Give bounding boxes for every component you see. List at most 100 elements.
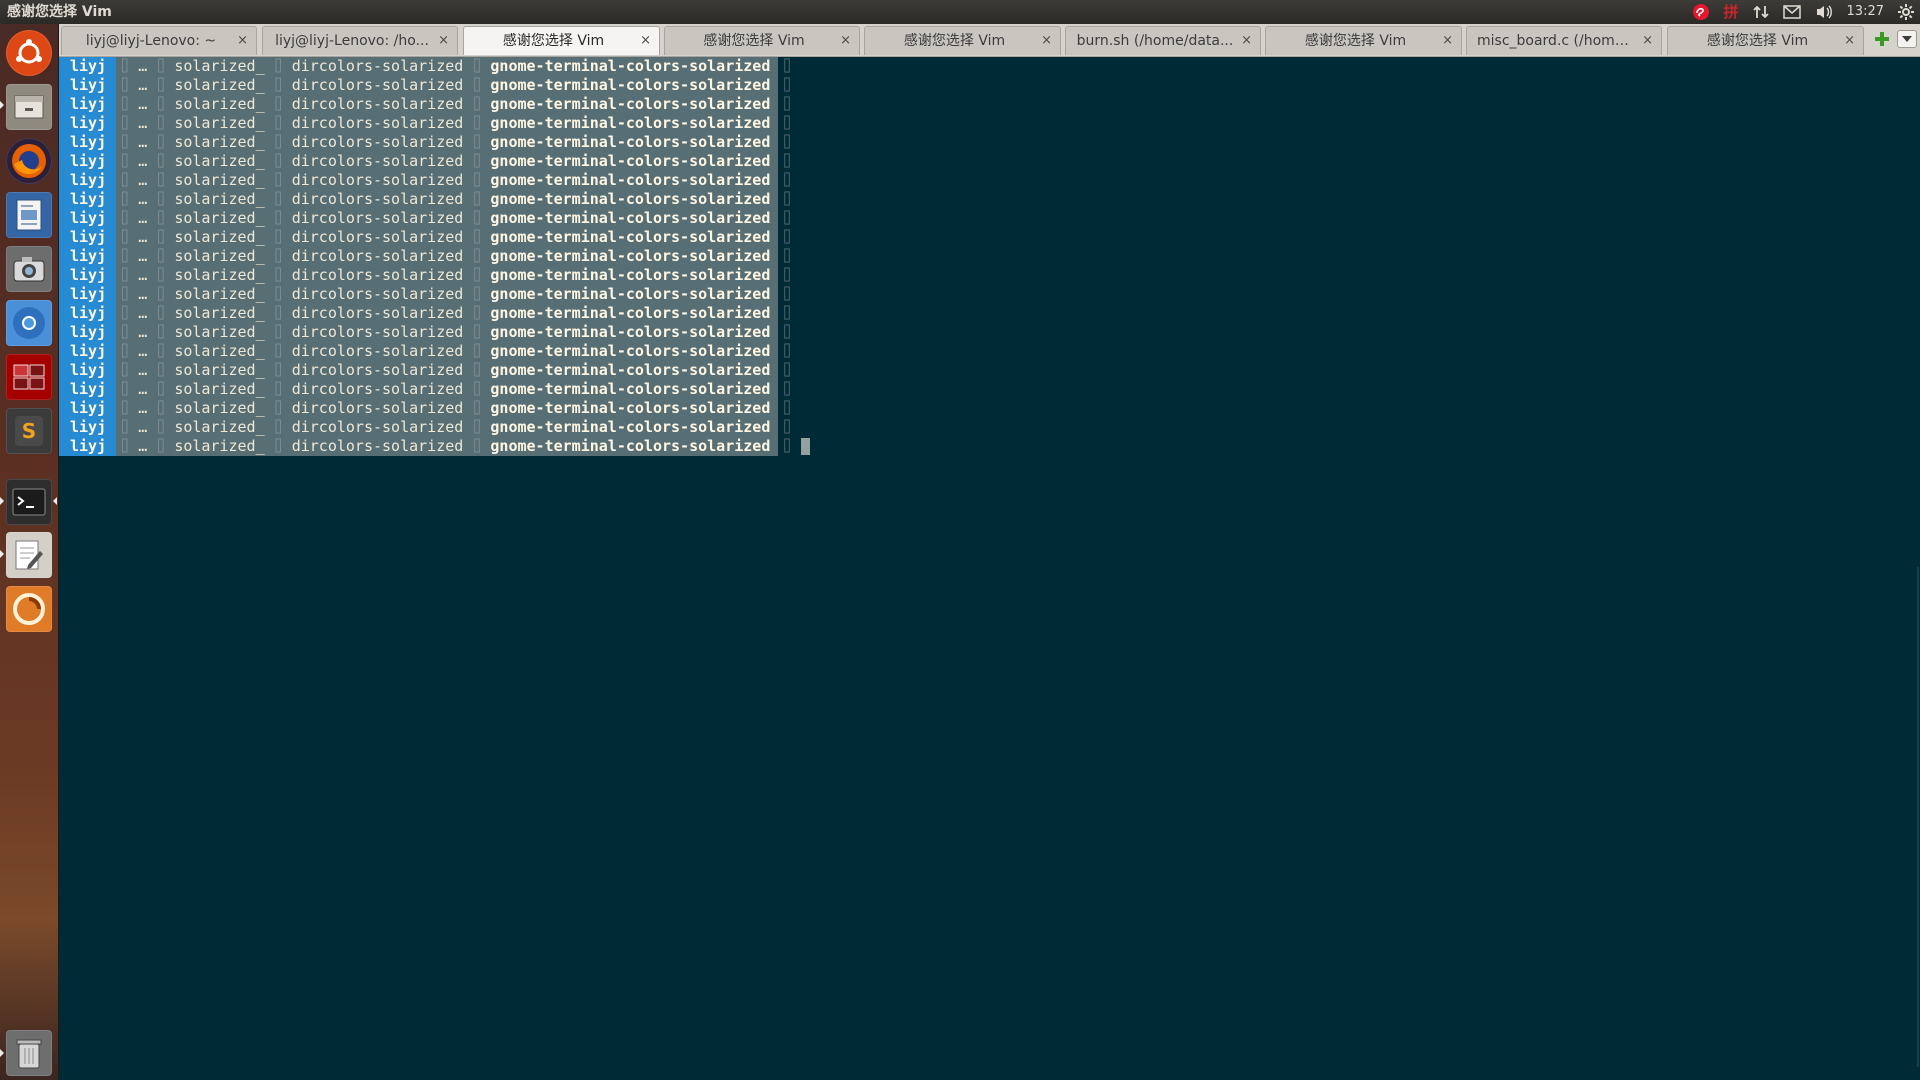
camera-icon[interactable]: [6, 246, 52, 292]
chromium-icon[interactable]: [6, 300, 52, 346]
prompt-separator: ⌷: [472, 57, 482, 75]
prompt-current-dir: gnome-terminal-colors-solarized: [490, 114, 771, 132]
tab-2[interactable]: liyj@liyj-Lenovo: /ho... ×: [262, 26, 458, 55]
clock[interactable]: 13:27: [1847, 0, 1884, 24]
tab-close-icon[interactable]: ×: [840, 27, 851, 55]
prompt-user: liyj: [59, 57, 117, 76]
prompt-current-dir: gnome-terminal-colors-solarized: [490, 95, 771, 113]
prompt-path: ⌷ … ⌷ solarized_ ⌷ dircolors-solarized ⌷…: [116, 114, 779, 133]
prompt-separator: ⌷: [273, 152, 283, 170]
weibo-icon[interactable]: [1692, 0, 1710, 24]
text-editor-icon[interactable]: [6, 532, 52, 578]
prompt-separator: ⌷: [156, 342, 166, 360]
prompt-separator: ⌷: [156, 323, 166, 341]
prompt-ellipsis: …: [138, 171, 148, 189]
tab-4[interactable]: 感谢您选择 Vim ×: [664, 26, 860, 55]
tab-6[interactable]: burn.sh (/home/data... ×: [1065, 26, 1261, 55]
prompt-separator: ⌷: [156, 266, 166, 284]
prompt-ellipsis: …: [138, 266, 148, 284]
prompt-dir: dircolors-solarized: [291, 76, 464, 94]
prompt-line: liyj ⌷ … ⌷ solarized_ ⌷ dircolors-solari…: [59, 380, 810, 399]
tab-close-icon[interactable]: ×: [1642, 27, 1653, 55]
workspace-switcher-icon[interactable]: [6, 354, 52, 400]
tab-close-icon[interactable]: ×: [237, 27, 248, 55]
prompt-dir: solarized_: [174, 437, 265, 455]
prompt-end-separator: ⌷: [782, 399, 792, 417]
prompt-path: ⌷ … ⌷ solarized_ ⌷ dircolors-solarized ⌷…: [116, 323, 779, 342]
software-center-icon[interactable]: [6, 586, 52, 632]
firefox-icon[interactable]: [6, 138, 52, 184]
tab-1[interactable]: liyj@liyj-Lenovo: ~ ×: [61, 26, 257, 55]
tab-list-dropdown[interactable]: [1897, 30, 1917, 48]
tab-7[interactable]: 感谢您选择 Vim ×: [1265, 26, 1462, 55]
terminal-view[interactable]: liyj ⌷ … ⌷ solarized_ ⌷ dircolors-solari…: [59, 57, 1920, 1080]
ubuntu-dash-icon[interactable]: [6, 30, 52, 76]
prompt-line: liyj ⌷ … ⌷ solarized_ ⌷ dircolors-solari…: [59, 190, 810, 209]
tab-9[interactable]: 感谢您选择 Vim ×: [1667, 26, 1864, 55]
tab-close-icon[interactable]: ×: [1241, 27, 1252, 55]
prompt-separator: ⌷: [156, 380, 166, 398]
tab-close-icon[interactable]: ×: [640, 27, 651, 55]
scrollbar-thumb[interactable]: [1917, 567, 1919, 1067]
prompt-current-dir: gnome-terminal-colors-solarized: [490, 361, 771, 379]
input-method-icon[interactable]: 拼: [1724, 0, 1739, 24]
files-icon[interactable]: [6, 84, 52, 130]
prompt-end-separator: ⌷: [782, 152, 792, 170]
tab-5[interactable]: 感谢您选择 Vim ×: [864, 26, 1061, 55]
tab-label: liyj@liyj-Lenovo: /ho...: [275, 33, 429, 49]
tab-bar: liyj@liyj-Lenovo: ~ × liyj@liyj-Lenovo: …: [59, 24, 1920, 57]
prompt-dir: dircolors-solarized: [291, 133, 464, 151]
prompt-dir: solarized_: [174, 76, 265, 94]
prompt-end-separator: ⌷: [782, 437, 792, 455]
tab-close-icon[interactable]: ×: [438, 27, 449, 55]
prompt-ellipsis: …: [138, 304, 148, 322]
prompt-user: liyj: [59, 114, 117, 133]
trash-icon[interactable]: [6, 1030, 52, 1076]
prompt-dir: dircolors-solarized: [291, 399, 464, 417]
prompt-dir: dircolors-solarized: [291, 57, 464, 75]
prompt-line: liyj ⌷ … ⌷ solarized_ ⌷ dircolors-solari…: [59, 171, 810, 190]
tab-close-icon[interactable]: ×: [1844, 27, 1855, 55]
prompt-user: liyj: [59, 209, 117, 228]
prompt-dir: solarized_: [174, 228, 265, 246]
tab-close-icon[interactable]: ×: [1442, 27, 1453, 55]
prompt-dir: solarized_: [174, 285, 265, 303]
mail-icon[interactable]: [1782, 0, 1801, 24]
tab-3-active[interactable]: 感谢您选择 Vim ×: [463, 26, 660, 55]
prompt-path: ⌷ … ⌷ solarized_ ⌷ dircolors-solarized ⌷…: [116, 418, 779, 437]
prompt-separator: ⌷: [472, 266, 482, 284]
prompt-path: ⌷ … ⌷ solarized_ ⌷ dircolors-solarized ⌷…: [116, 228, 779, 247]
launcher: S: [0, 24, 59, 1080]
prompt-current-dir: gnome-terminal-colors-solarized: [490, 228, 771, 246]
new-tab-button[interactable]: [1871, 28, 1893, 50]
prompt-line: liyj ⌷ … ⌷ solarized_ ⌷ dircolors-solari…: [59, 323, 810, 342]
terminal-cursor: [801, 438, 811, 455]
terminal-icon[interactable]: [6, 479, 52, 525]
prompt-separator: ⌷: [120, 228, 130, 246]
prompt-user: liyj: [59, 95, 117, 114]
tab-8[interactable]: misc_board.c (/home/... ×: [1466, 26, 1662, 55]
tab-close-icon[interactable]: ×: [1041, 27, 1052, 55]
document-viewer-icon[interactable]: [6, 192, 52, 238]
prompt-end-separator: ⌷: [782, 418, 792, 436]
volume-icon[interactable]: [1815, 0, 1833, 24]
text-editor-running-indicator: [0, 550, 4, 558]
scrollbar[interactable]: [1910, 57, 1920, 1080]
prompt-end-separator: ⌷: [782, 209, 792, 227]
tab-label: 感谢您选择 Vim: [1706, 33, 1809, 49]
prompt-dir: solarized_: [174, 380, 265, 398]
network-icon[interactable]: [1752, 0, 1769, 24]
prompt-user: liyj: [59, 266, 117, 285]
prompt-separator: ⌷: [156, 171, 166, 189]
prompt-line: liyj ⌷ … ⌷ solarized_ ⌷ dircolors-solari…: [59, 247, 810, 266]
prompt-separator: ⌷: [273, 437, 283, 455]
prompt-separator: ⌷: [120, 304, 130, 322]
tab-label: misc_board.c (/home/...: [1477, 33, 1635, 49]
prompt-line: liyj ⌷ … ⌷ solarized_ ⌷ dircolors-solari…: [59, 437, 811, 456]
prompt-current-dir: gnome-terminal-colors-solarized: [490, 209, 771, 227]
prompt-separator: ⌷: [472, 114, 482, 132]
sublime-text-icon[interactable]: S: [6, 408, 52, 454]
prompt-separator: ⌷: [156, 285, 166, 303]
settings-gear-icon[interactable]: [1898, 0, 1914, 24]
prompt-current-dir: gnome-terminal-colors-solarized: [490, 285, 771, 303]
